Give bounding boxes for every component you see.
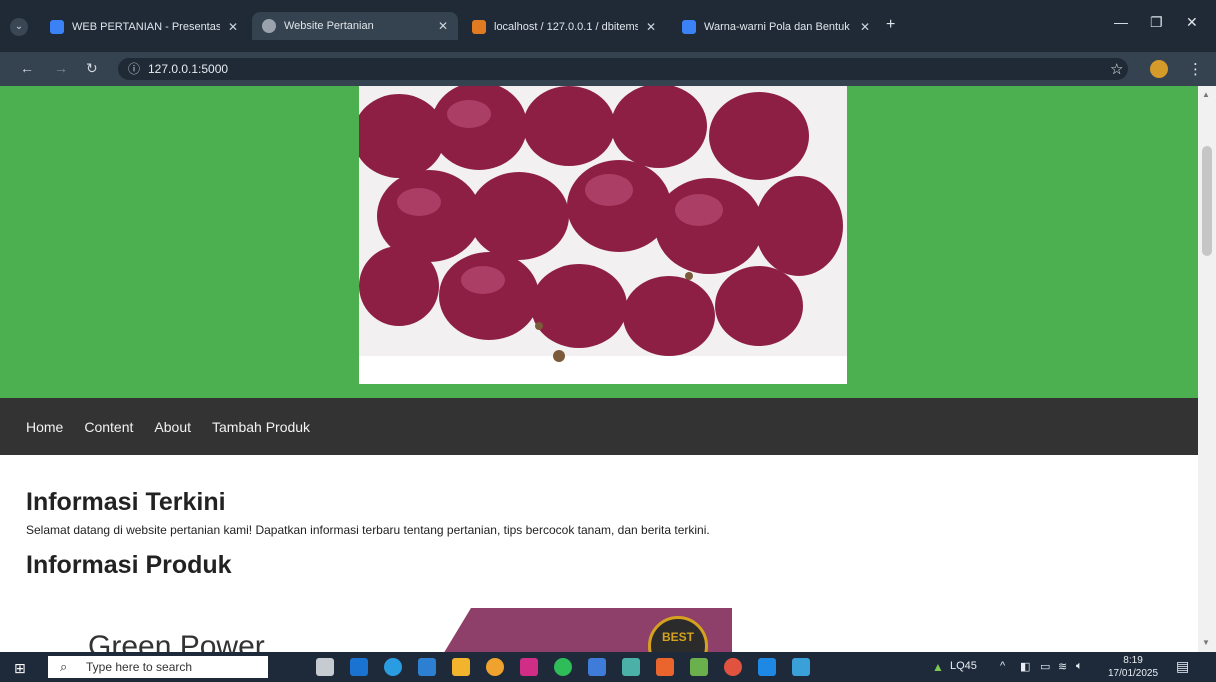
nav-content[interactable]: Content <box>84 419 133 435</box>
mail-icon[interactable] <box>350 658 368 676</box>
volume-icon[interactable]: 🔈︎ <box>1076 660 1083 673</box>
stock-widget-icon[interactable]: ▲ <box>932 660 944 674</box>
heading-informasi-terkini: Informasi Terkini <box>26 488 226 516</box>
taskbar-search-placeholder: Type here to search <box>86 660 193 674</box>
product-preview: Green Power BEST <box>0 606 1198 652</box>
notifications-icon[interactable]: ▤ <box>1176 658 1189 675</box>
tab-favicon-icon <box>262 19 276 33</box>
close-tab-icon[interactable]: ✕ <box>438 19 448 33</box>
edge-browser-icon[interactable] <box>384 658 402 676</box>
product-title: Green Power <box>88 630 265 652</box>
chrome-icon[interactable] <box>724 658 742 676</box>
app-icon[interactable] <box>792 658 810 676</box>
windows-start-icon[interactable]: ⊞ <box>14 660 26 677</box>
url-text: 127.0.0.1:5000 <box>148 62 229 76</box>
xampp-icon[interactable] <box>656 658 674 676</box>
network-icon[interactable]: ◧ <box>1020 660 1030 673</box>
whatsapp-icon[interactable] <box>554 658 572 676</box>
scroll-down-arrow-icon[interactable]: ▼ <box>1202 638 1210 647</box>
shallots-illustration <box>359 86 847 362</box>
taskbar-clock[interactable]: 8:19 17/01/2025 <box>1108 654 1158 680</box>
instagram-icon[interactable] <box>520 658 538 676</box>
tab-search-icon[interactable]: ⌄ <box>10 18 28 36</box>
tab-title: WEB PERTANIAN - Presentasi - <box>72 21 220 33</box>
scroll-up-arrow-icon[interactable]: ▲ <box>1202 90 1210 99</box>
hero-banner <box>0 86 1198 398</box>
shallots-image <box>359 86 847 384</box>
close-tab-icon[interactable]: ✕ <box>646 20 656 34</box>
site-info-icon[interactable]: ⓘ <box>128 58 140 80</box>
bookmark-star-icon[interactable]: ☆ <box>1110 60 1123 78</box>
close-tab-icon[interactable]: ✕ <box>228 20 238 34</box>
vscode-icon[interactable] <box>758 658 776 676</box>
tab-website-pertanian[interactable]: Website Pertanian ✕ <box>252 12 458 40</box>
tray-overflow-icon[interactable]: ^ <box>1000 660 1005 672</box>
tab-title: Warna-warni Pola dan Bentuk A <box>704 21 852 33</box>
tab-favicon-icon <box>50 20 64 34</box>
windows-taskbar: ⊞ ⌕ Type here to search ▲ LQ45 ^ ◧ ▭ ≋ 🔈… <box>0 652 1216 682</box>
back-icon[interactable]: ← <box>20 60 34 76</box>
new-tab-icon[interactable]: + <box>886 16 895 34</box>
main-content: Informasi Terkini Selamat datang di webs… <box>26 488 1176 580</box>
heading-informasi-produk: Informasi Produk <box>26 551 232 579</box>
forward-icon[interactable]: → <box>54 60 68 76</box>
reload-icon[interactable]: ↻ <box>86 60 98 77</box>
app-icon[interactable] <box>690 658 708 676</box>
restore-icon[interactable]: ❐ <box>1150 14 1163 31</box>
close-tab-icon[interactable]: ✕ <box>860 20 870 34</box>
menu-kebab-icon[interactable]: ⋮ <box>1188 60 1203 78</box>
clock-time: 8:19 <box>1123 655 1143 666</box>
page-scrollbar[interactable]: ▲ ▼ <box>1198 86 1216 652</box>
file-explorer-icon[interactable] <box>452 658 470 676</box>
search-icon: ⌕ <box>60 659 68 674</box>
tab-favicon-icon <box>682 20 696 34</box>
battery-icon[interactable]: ▭ <box>1040 660 1050 673</box>
chrome-icon[interactable] <box>486 658 504 676</box>
tab-warna-warni[interactable]: Warna-warni Pola dan Bentuk A ✕ <box>672 14 880 40</box>
nav-home[interactable]: Home <box>26 419 63 435</box>
task-view-icon[interactable] <box>316 658 334 676</box>
tab-title: Website Pertanian <box>284 20 374 32</box>
url-bar[interactable]: ⓘ 127.0.0.1:5000 <box>118 58 1128 80</box>
store-icon[interactable] <box>418 658 436 676</box>
wifi-icon[interactable]: ≋ <box>1058 660 1067 673</box>
extension-icon[interactable] <box>1150 60 1168 78</box>
main-navbar: Home Content About Tambah Produk <box>0 398 1198 455</box>
clock-date: 17/01/2025 <box>1108 668 1159 679</box>
tab-web-pertanian-presentasi[interactable]: WEB PERTANIAN - Presentasi - ✕ <box>40 14 248 40</box>
close-window-icon[interactable]: ✕ <box>1186 14 1198 31</box>
browser-tab-bar: ⌄ WEB PERTANIAN - Presentasi - ✕ Website… <box>0 0 1216 52</box>
scrollbar-thumb[interactable] <box>1202 146 1212 256</box>
nav-tambah-produk[interactable]: Tambah Produk <box>212 419 310 435</box>
minimize-icon[interactable]: — <box>1114 14 1128 30</box>
tab-favicon-icon <box>472 20 486 34</box>
app-icon[interactable] <box>622 658 640 676</box>
tab-title: localhost / 127.0.0.1 / dbitems / <box>494 21 638 33</box>
welcome-paragraph: Selamat datang di website pertanian kami… <box>26 523 710 537</box>
tab-localhost-dbitems[interactable]: localhost / 127.0.0.1 / dbitems / ✕ <box>462 14 666 40</box>
address-toolbar: ← → ↻ ⓘ 127.0.0.1:5000 ☆ ⋮ <box>0 52 1216 86</box>
stock-widget-label[interactable]: LQ45 <box>950 660 977 672</box>
nav-about[interactable]: About <box>154 419 191 435</box>
page-viewport: Home Content About Tambah Produk Informa… <box>0 86 1216 652</box>
app-icon[interactable] <box>588 658 606 676</box>
taskbar-search[interactable]: ⌕ Type here to search <box>48 656 268 678</box>
